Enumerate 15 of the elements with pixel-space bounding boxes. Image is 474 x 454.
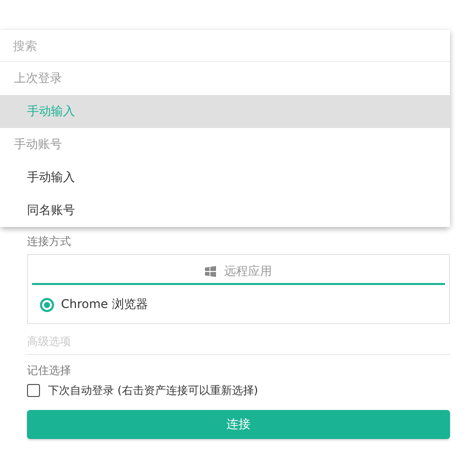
section-label: 记住选择 [27, 363, 72, 379]
menu-item[interactable]: 手动输入 [0, 95, 450, 128]
menu-item[interactable]: 手动输入 [0, 161, 450, 194]
search-field[interactable]: 搜索 [0, 30, 450, 62]
radio-option[interactable]: Chrome 浏览器 [32, 285, 445, 317]
connect-button[interactable]: 连接 [27, 410, 450, 439]
windows-icon [205, 266, 216, 276]
group-label: 手动账号 [13, 136, 63, 153]
checkbox[interactable] [27, 384, 40, 397]
checkbox-label: 下次自动登录 (右击资产连接可以重新选择) [48, 383, 258, 398]
group-label: 上次登录 [13, 70, 63, 87]
radio-icon[interactable] [40, 298, 54, 312]
option-label: Chrome 浏览器 [61, 296, 148, 313]
section-label: 连接方式 [27, 234, 72, 250]
menu-item[interactable]: 同名账号 [0, 194, 450, 227]
